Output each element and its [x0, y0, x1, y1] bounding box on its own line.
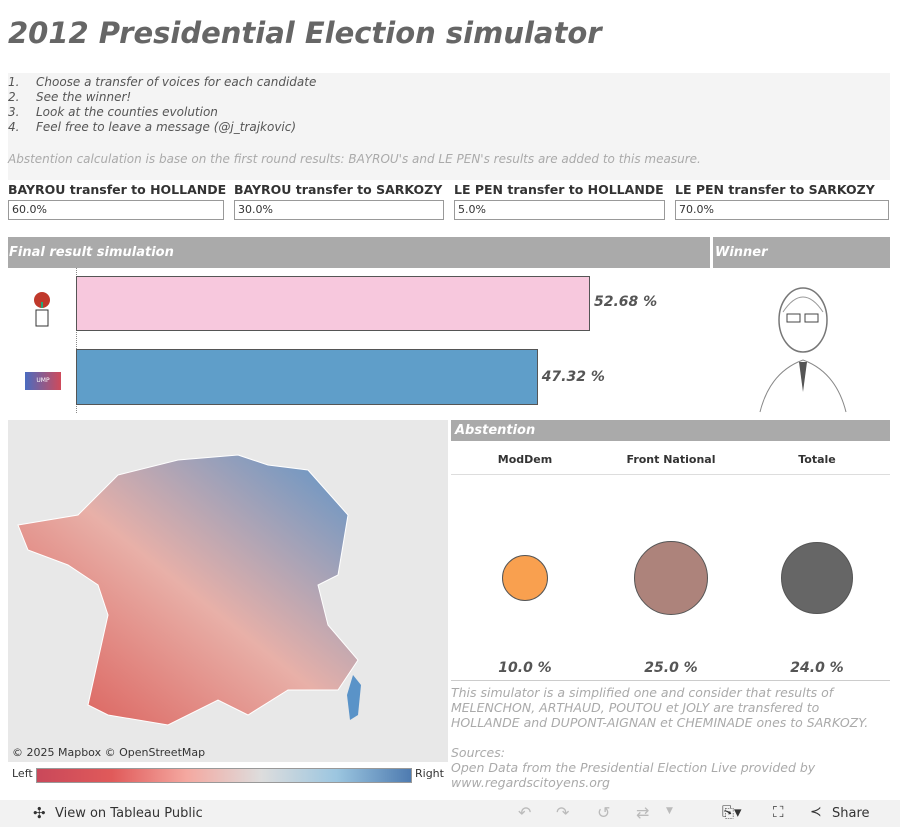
- share-icon[interactable]: ≺: [810, 804, 822, 820]
- sources-label: Sources:: [451, 745, 505, 760]
- item-number: 3.: [8, 105, 20, 119]
- undo-icon[interactable]: ↶: [518, 803, 531, 822]
- item-text: Look at the counties evolution: [36, 105, 218, 119]
- sarkozy-bar[interactable]: [76, 349, 538, 405]
- param-label: LE PEN transfer to SARKOZY: [675, 182, 875, 197]
- chevron-down-icon[interactable]: ▼: [666, 806, 673, 816]
- totale-value: 24.0 %: [790, 660, 844, 676]
- column-header: ModDem: [497, 453, 553, 466]
- item-text: Feel free to leave a message (@j_trajkov…: [36, 120, 297, 134]
- hollande-value: 52.68 %: [594, 294, 658, 310]
- view-on-tableau-link[interactable]: View on Tableau Public: [55, 806, 203, 821]
- abstention-note: Abstention calculation is base on the fi…: [8, 152, 701, 166]
- item-number: 1.: [8, 75, 20, 89]
- divider: [451, 474, 890, 475]
- redo-icon[interactable]: ↷: [556, 803, 569, 822]
- item-text: See the winner!: [36, 90, 132, 104]
- item-number: 4.: [8, 120, 20, 134]
- moddem-circle[interactable]: [502, 555, 548, 601]
- column-header: Front National: [626, 453, 716, 466]
- color-legend: [36, 768, 412, 783]
- item-number: 2.: [8, 90, 20, 104]
- lepen-sarkozy-input[interactable]: 70.0%: [675, 200, 889, 220]
- bayrou-hollande-input[interactable]: 60.0%: [8, 200, 224, 220]
- instruction-item: 1. Choose a transfer of voices for each c…: [8, 75, 890, 90]
- abstention-header: Abstention: [451, 420, 890, 441]
- fullscreen-icon[interactable]: ⛶: [773, 803, 784, 821]
- sources-text: Open Data from the Presidential Election…: [451, 760, 816, 790]
- param-label: LE PEN transfer to HOLLANDE: [454, 182, 664, 197]
- hollande-bar[interactable]: [76, 276, 590, 331]
- disclaimer-text: This simulator is a simplified one and c…: [451, 685, 869, 730]
- instructions-panel: 1. Choose a transfer of voices for each c…: [8, 73, 890, 180]
- page-title: 2012 Presidential Election simulator: [8, 16, 602, 50]
- winner-header: Winner: [713, 237, 890, 268]
- ump-logo: UMP: [25, 372, 61, 390]
- download-icon[interactable]: ⎘▾: [722, 803, 742, 821]
- share-button[interactable]: Share: [832, 806, 870, 821]
- revert-icon[interactable]: ↺: [597, 803, 610, 822]
- legend-left-label: Left: [12, 767, 33, 780]
- instruction-item: 2. See the winner!: [8, 90, 890, 105]
- instruction-item: 3. Look at the counties evolution: [8, 105, 890, 120]
- ps-rose-logo-icon: [28, 290, 56, 330]
- bayrou-sarkozy-input[interactable]: 30.0%: [234, 200, 444, 220]
- sarkozy-value: 47.32 %: [541, 369, 605, 385]
- moddem-value: 10.0 %: [498, 660, 552, 676]
- map-attribution[interactable]: © 2025 Mapbox © OpenStreetMap: [12, 746, 205, 759]
- instruction-item: 4. Feel free to leave a message (@j_trajk…: [8, 120, 890, 135]
- front-national-value: 25.0 %: [644, 660, 698, 676]
- final-result-header: Final result simulation: [8, 237, 710, 268]
- front-national-circle[interactable]: [634, 541, 708, 615]
- item-text: Choose a transfer of voices for each can…: [36, 75, 317, 89]
- winner-portrait: [755, 272, 850, 414]
- totale-circle[interactable]: [781, 542, 853, 614]
- param-label: BAYROU transfer to HOLLANDE: [8, 182, 227, 197]
- toolbar: ✣ View on Tableau Public ↶ ↷ ↺ ⇄ ▼ ⎘▾ ⛶ …: [0, 800, 900, 827]
- legend-right-label: Right: [415, 767, 444, 780]
- france-map[interactable]: © 2025 Mapbox © OpenStreetMap: [8, 420, 448, 762]
- refresh-icon[interactable]: ⇄: [636, 803, 649, 822]
- tableau-logo-icon: ✣: [33, 804, 46, 822]
- lepen-hollande-input[interactable]: 5.0%: [454, 200, 665, 220]
- column-header: Totale: [798, 453, 836, 466]
- param-label: BAYROU transfer to SARKOZY: [234, 182, 443, 197]
- divider: [451, 680, 890, 681]
